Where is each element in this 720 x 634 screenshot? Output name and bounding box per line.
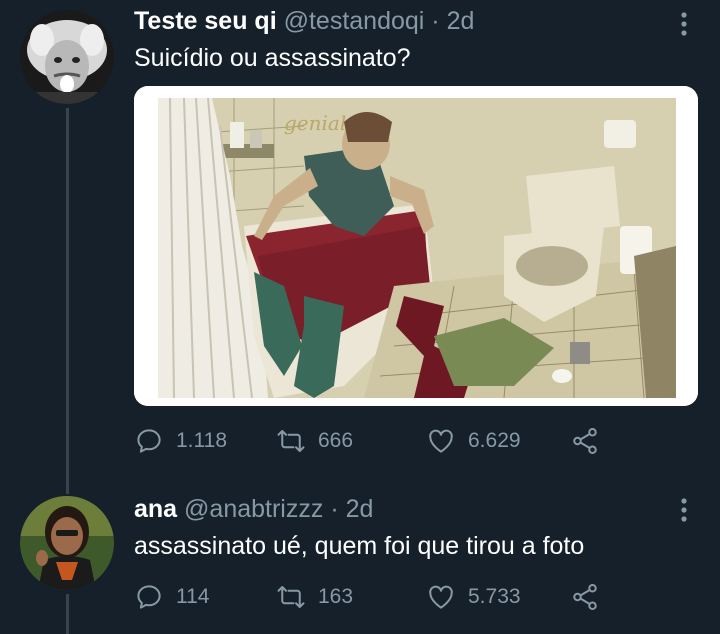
like-count: 5.733: [468, 585, 521, 608]
reply-button[interactable]: 114: [134, 580, 209, 614]
author-name[interactable]: ana: [134, 495, 177, 523]
like-icon: [429, 585, 453, 609]
retweet-icon: [277, 430, 305, 452]
tweet-text: Suicídio ou assassinato?: [134, 44, 411, 72]
like-button[interactable]: 5.733: [426, 580, 521, 614]
reply-count: 114: [176, 585, 210, 608]
author-handle[interactable]: @anabtrizzz: [184, 495, 323, 523]
retweet-button[interactable]: 163: [276, 580, 353, 614]
share-icon: [573, 428, 597, 454]
like-count: 6.629: [468, 429, 521, 452]
retweet-button[interactable]: 666: [276, 424, 353, 458]
reply-button[interactable]: 1.118: [134, 424, 227, 458]
reply-count: 1.118: [176, 429, 227, 452]
share-button[interactable]: [570, 580, 612, 614]
reply-icon: [137, 429, 161, 453]
separator-dot: ·: [431, 7, 440, 35]
avatar[interactable]: [20, 10, 114, 104]
timestamp[interactable]: 2d: [447, 7, 475, 35]
share-button[interactable]: [570, 424, 612, 458]
more-icon[interactable]: [678, 496, 690, 526]
retweet-icon: [277, 586, 305, 608]
author-handle[interactable]: @testandoqi: [284, 7, 425, 35]
author-name[interactable]: Teste seu qi: [134, 7, 277, 35]
tweet-actions: 1.118 666 6.629: [134, 424, 614, 458]
like-icon: [429, 429, 453, 453]
retweet-count: 163: [318, 585, 354, 608]
tweet-image[interactable]: genial: [134, 86, 698, 406]
reply-actions: 114 163 5.733: [134, 580, 614, 614]
reply-text: assassinato ué, quem foi que tirou a fot…: [134, 532, 585, 560]
thread-line-continuation: [66, 594, 69, 634]
timeline: Teste seu qi @testandoqi · 2d Suicídio o…: [0, 0, 720, 634]
thread-line: [66, 108, 69, 494]
retweet-count: 666: [318, 429, 354, 452]
separator-dot: ·: [330, 495, 339, 523]
like-button[interactable]: 6.629: [426, 424, 521, 458]
media-watermark: genial: [284, 111, 346, 135]
avatar[interactable]: [20, 496, 114, 590]
reply-icon: [137, 585, 161, 609]
more-icon[interactable]: [678, 10, 690, 40]
share-icon: [573, 584, 597, 610]
tweet-header: Teste seu qi @testandoqi · 2d: [134, 6, 474, 36]
timestamp[interactable]: 2d: [346, 495, 374, 523]
reply-header: ana @anabtrizzz · 2d: [134, 494, 373, 524]
